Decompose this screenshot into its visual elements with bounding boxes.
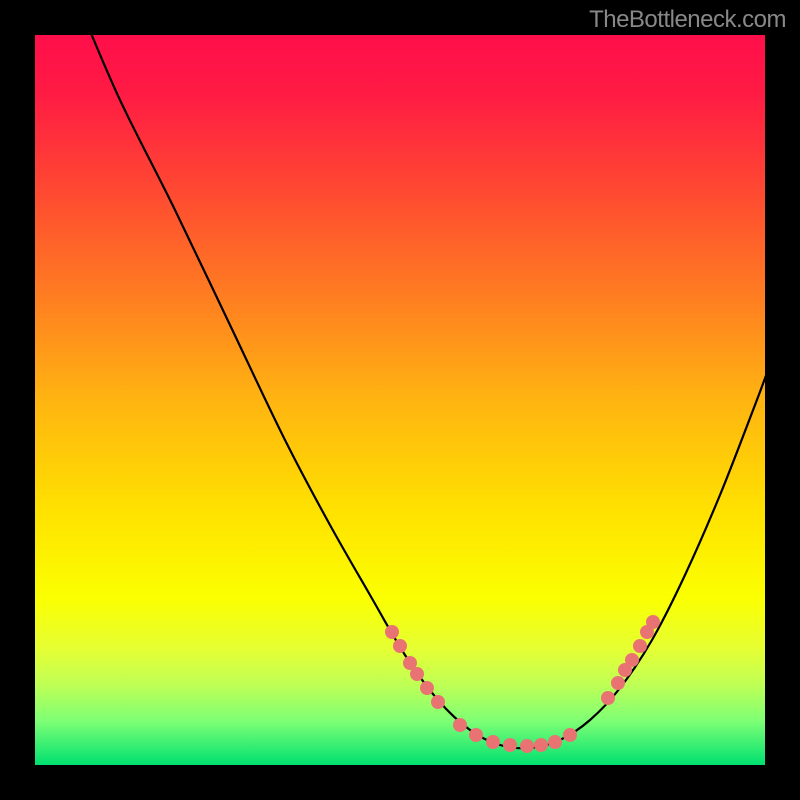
data-point: [393, 639, 407, 653]
data-point: [646, 615, 660, 629]
data-point: [563, 728, 577, 742]
chart-container: TheBottleneck.com: [0, 0, 800, 800]
data-point: [410, 667, 424, 681]
plot-background: [35, 35, 765, 765]
data-point: [385, 625, 399, 639]
data-point: [611, 676, 625, 690]
data-point: [503, 738, 517, 752]
data-point: [453, 718, 467, 732]
data-point: [601, 691, 615, 705]
watermark-text: TheBottleneck.com: [589, 6, 786, 34]
data-point: [625, 653, 639, 667]
chart-svg: [0, 0, 800, 800]
data-point: [534, 738, 548, 752]
data-point: [520, 739, 534, 753]
data-point: [548, 735, 562, 749]
data-point: [469, 728, 483, 742]
data-point: [431, 695, 445, 709]
data-point: [486, 735, 500, 749]
data-point: [633, 639, 647, 653]
data-point: [420, 681, 434, 695]
